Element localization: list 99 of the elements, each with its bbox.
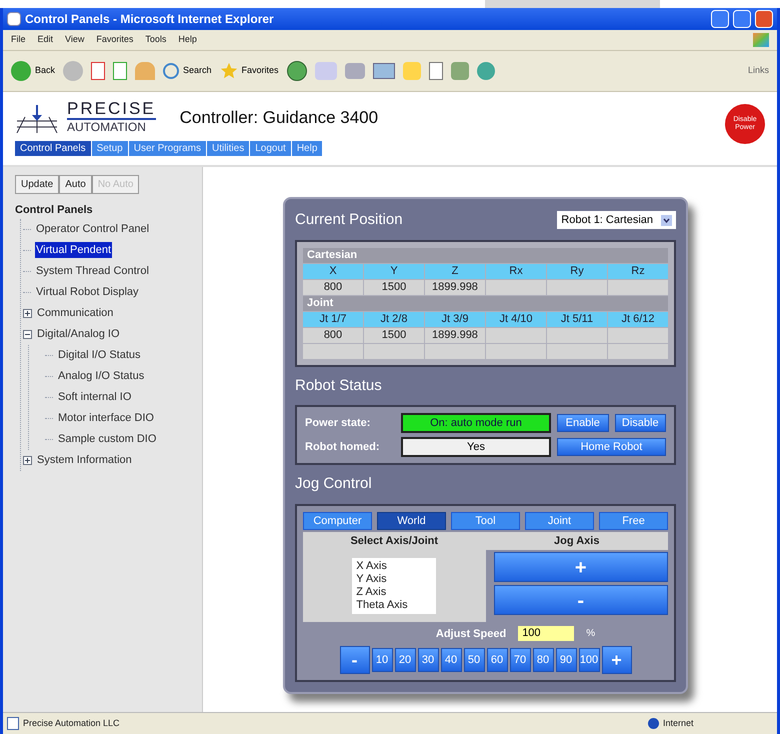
field-label: Adjust Speed xyxy=(436,626,506,642)
field-label: Robot homed: xyxy=(305,440,381,455)
logo-text: PRECISE xyxy=(67,100,156,120)
list-item[interactable]: Theta Axis xyxy=(356,598,432,612)
close-button[interactable] xyxy=(755,10,773,28)
back-button[interactable]: Back xyxy=(11,61,56,81)
mode-tab[interactable]: World xyxy=(377,512,446,530)
column-header: Rx xyxy=(486,264,546,278)
tree-item[interactable]: Communication xyxy=(36,304,114,322)
home-robot-button[interactable]: Home Robot xyxy=(557,438,666,456)
status-text: Precise Automation LLC xyxy=(23,716,121,730)
column-header: Jt 2/8 xyxy=(364,312,424,326)
maximize-button[interactable] xyxy=(733,10,751,28)
nav-tab[interactable]: Control Panels xyxy=(15,141,92,156)
column-header: Jt 6/12 xyxy=(608,312,668,326)
column-header: Rz xyxy=(608,264,668,278)
tree-item[interactable]: Virtual Robot Display xyxy=(35,284,140,300)
column-header: Jt 1/7 xyxy=(303,312,363,326)
tree-item[interactable]: System Thread Control xyxy=(35,262,150,280)
speed-preset-button[interactable]: 60 xyxy=(486,648,508,672)
list-item[interactable]: X Axis xyxy=(356,560,432,572)
speed-plus-button[interactable]: + xyxy=(602,646,632,674)
table-cell: 1500 xyxy=(364,280,424,294)
section-title: Robot Status xyxy=(295,376,383,396)
column-header: Jt 5/11 xyxy=(547,312,607,326)
page-title: Controller: Guidance 3400 xyxy=(180,106,378,129)
homed-field: Yes xyxy=(401,437,551,457)
section-label: Joint xyxy=(303,296,668,310)
tree-item[interactable]: Virtual Pendent xyxy=(35,242,112,258)
speed-preset-button[interactable]: 90 xyxy=(556,648,576,672)
menu-item[interactable]: Tools xyxy=(145,33,166,47)
menu-item[interactable]: File xyxy=(11,33,26,47)
tree-item[interactable]: Operator Control Panel xyxy=(35,220,150,238)
magnifier-icon xyxy=(163,63,180,79)
expand-icon[interactable] xyxy=(23,308,32,318)
tree-item[interactable]: System Information xyxy=(36,452,133,468)
toolbar-button[interactable]: Auto xyxy=(59,175,92,194)
speed-preset-button[interactable]: 80 xyxy=(532,648,554,672)
zone-text: Internet xyxy=(663,716,695,730)
column-header: Jt 3/9 xyxy=(425,312,485,326)
speed-preset-button[interactable]: 10 xyxy=(372,648,392,672)
unit-label: % xyxy=(586,627,596,642)
table-cell: 800 xyxy=(303,328,363,342)
field-label: Power state: xyxy=(305,416,372,431)
links-button[interactable]: Links xyxy=(748,64,769,78)
jog-plus-button[interactable]: + xyxy=(494,552,668,582)
column-header: Jog Axis xyxy=(553,534,600,548)
column-header: Ry xyxy=(547,264,607,278)
jog-minus-button[interactable]: - xyxy=(494,584,668,614)
section-title: Current Position xyxy=(295,210,403,230)
tree-item[interactable]: Digital I/O Status xyxy=(57,346,142,364)
speed-minus-button[interactable]: - xyxy=(340,646,370,674)
speed-preset-button[interactable]: 20 xyxy=(394,648,416,672)
section-title: Jog Control xyxy=(295,474,373,494)
tree-heading: Control Panels xyxy=(15,203,94,218)
speed-preset-button[interactable]: 30 xyxy=(418,648,438,672)
tree-item[interactable]: Digital/Analog IO xyxy=(36,326,121,342)
robot-dropdown[interactable]: Robot 1: Cartesian xyxy=(557,211,676,230)
speed-field[interactable]: 100 xyxy=(518,626,574,642)
menu-item[interactable]: Help xyxy=(178,33,197,47)
column-header: Select Axis/Joint xyxy=(349,534,440,548)
collapse-icon[interactable] xyxy=(23,330,32,338)
column-header: X xyxy=(303,264,363,278)
expand-icon[interactable] xyxy=(23,456,32,464)
section-label: Cartesian xyxy=(303,248,668,262)
logo-text: AUTOMATION xyxy=(67,120,147,135)
enable-button[interactable]: Enable xyxy=(557,414,608,432)
list-item[interactable]: Z Axis xyxy=(356,586,432,598)
column-header: Jt 4/10 xyxy=(486,312,546,326)
menu-item[interactable]: Edit xyxy=(38,33,54,47)
menu-item[interactable]: View xyxy=(65,33,84,47)
tree-item[interactable]: Analog I/O Status xyxy=(57,368,146,384)
table-cell: 800 xyxy=(303,280,363,294)
table-cell: 1899.998 xyxy=(425,280,485,294)
favorites-button[interactable]: Favorites xyxy=(220,62,279,80)
speed-preset-button[interactable]: 50 xyxy=(464,648,484,672)
speed-preset-button[interactable]: 100 xyxy=(578,648,600,672)
speed-preset-button[interactable]: 70 xyxy=(510,648,530,672)
search-button[interactable]: Search xyxy=(163,63,212,79)
column-header: Z xyxy=(425,264,485,278)
window-title: Control Panels - Microsoft Internet Explorer xyxy=(25,11,275,28)
tree-item[interactable]: Motor interface DIO xyxy=(57,410,155,426)
minimize-button[interactable] xyxy=(711,10,729,28)
document-icon[interactable] xyxy=(428,62,443,80)
speed-preset-button[interactable]: 40 xyxy=(440,648,462,672)
page-icon xyxy=(7,717,19,730)
menu-item[interactable]: Favorites xyxy=(96,33,134,47)
star-icon xyxy=(220,62,238,80)
disable-button[interactable]: Disable xyxy=(614,414,666,432)
column-header: Y xyxy=(364,264,424,278)
tree-item[interactable]: Sample custom DIO xyxy=(57,430,158,448)
list-item[interactable]: Y Axis xyxy=(356,572,432,586)
power-state-field: On: auto mode run xyxy=(401,413,551,433)
toolbar-button[interactable]: Update xyxy=(15,175,60,194)
table-cell: 1500 xyxy=(364,328,424,342)
table-cell: 1899.998 xyxy=(425,328,485,342)
tree-item[interactable]: Soft internal IO xyxy=(57,388,132,406)
axis-list[interactable]: X Axis Y Axis Z Axis Theta Axis xyxy=(352,558,436,614)
logo-icon xyxy=(15,102,59,132)
